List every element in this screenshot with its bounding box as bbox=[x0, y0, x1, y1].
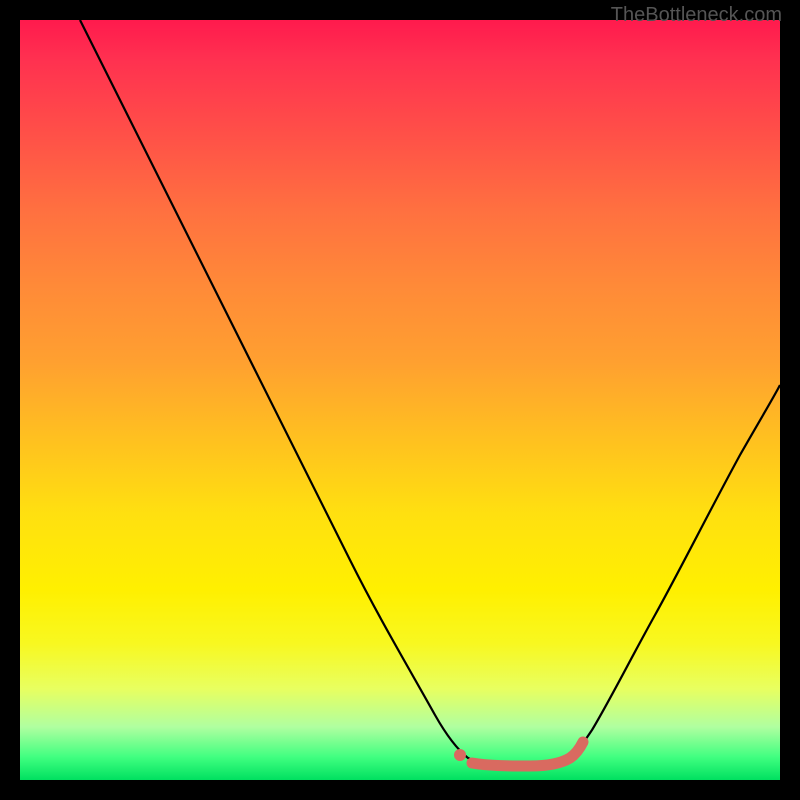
watermark-text: TheBottleneck.com bbox=[611, 4, 782, 27]
bottleneck-curve bbox=[80, 20, 780, 766]
highlight-segment bbox=[472, 742, 583, 766]
chart-svg bbox=[20, 20, 780, 780]
highlight-start-dot bbox=[454, 749, 466, 761]
plot-area bbox=[20, 20, 780, 780]
